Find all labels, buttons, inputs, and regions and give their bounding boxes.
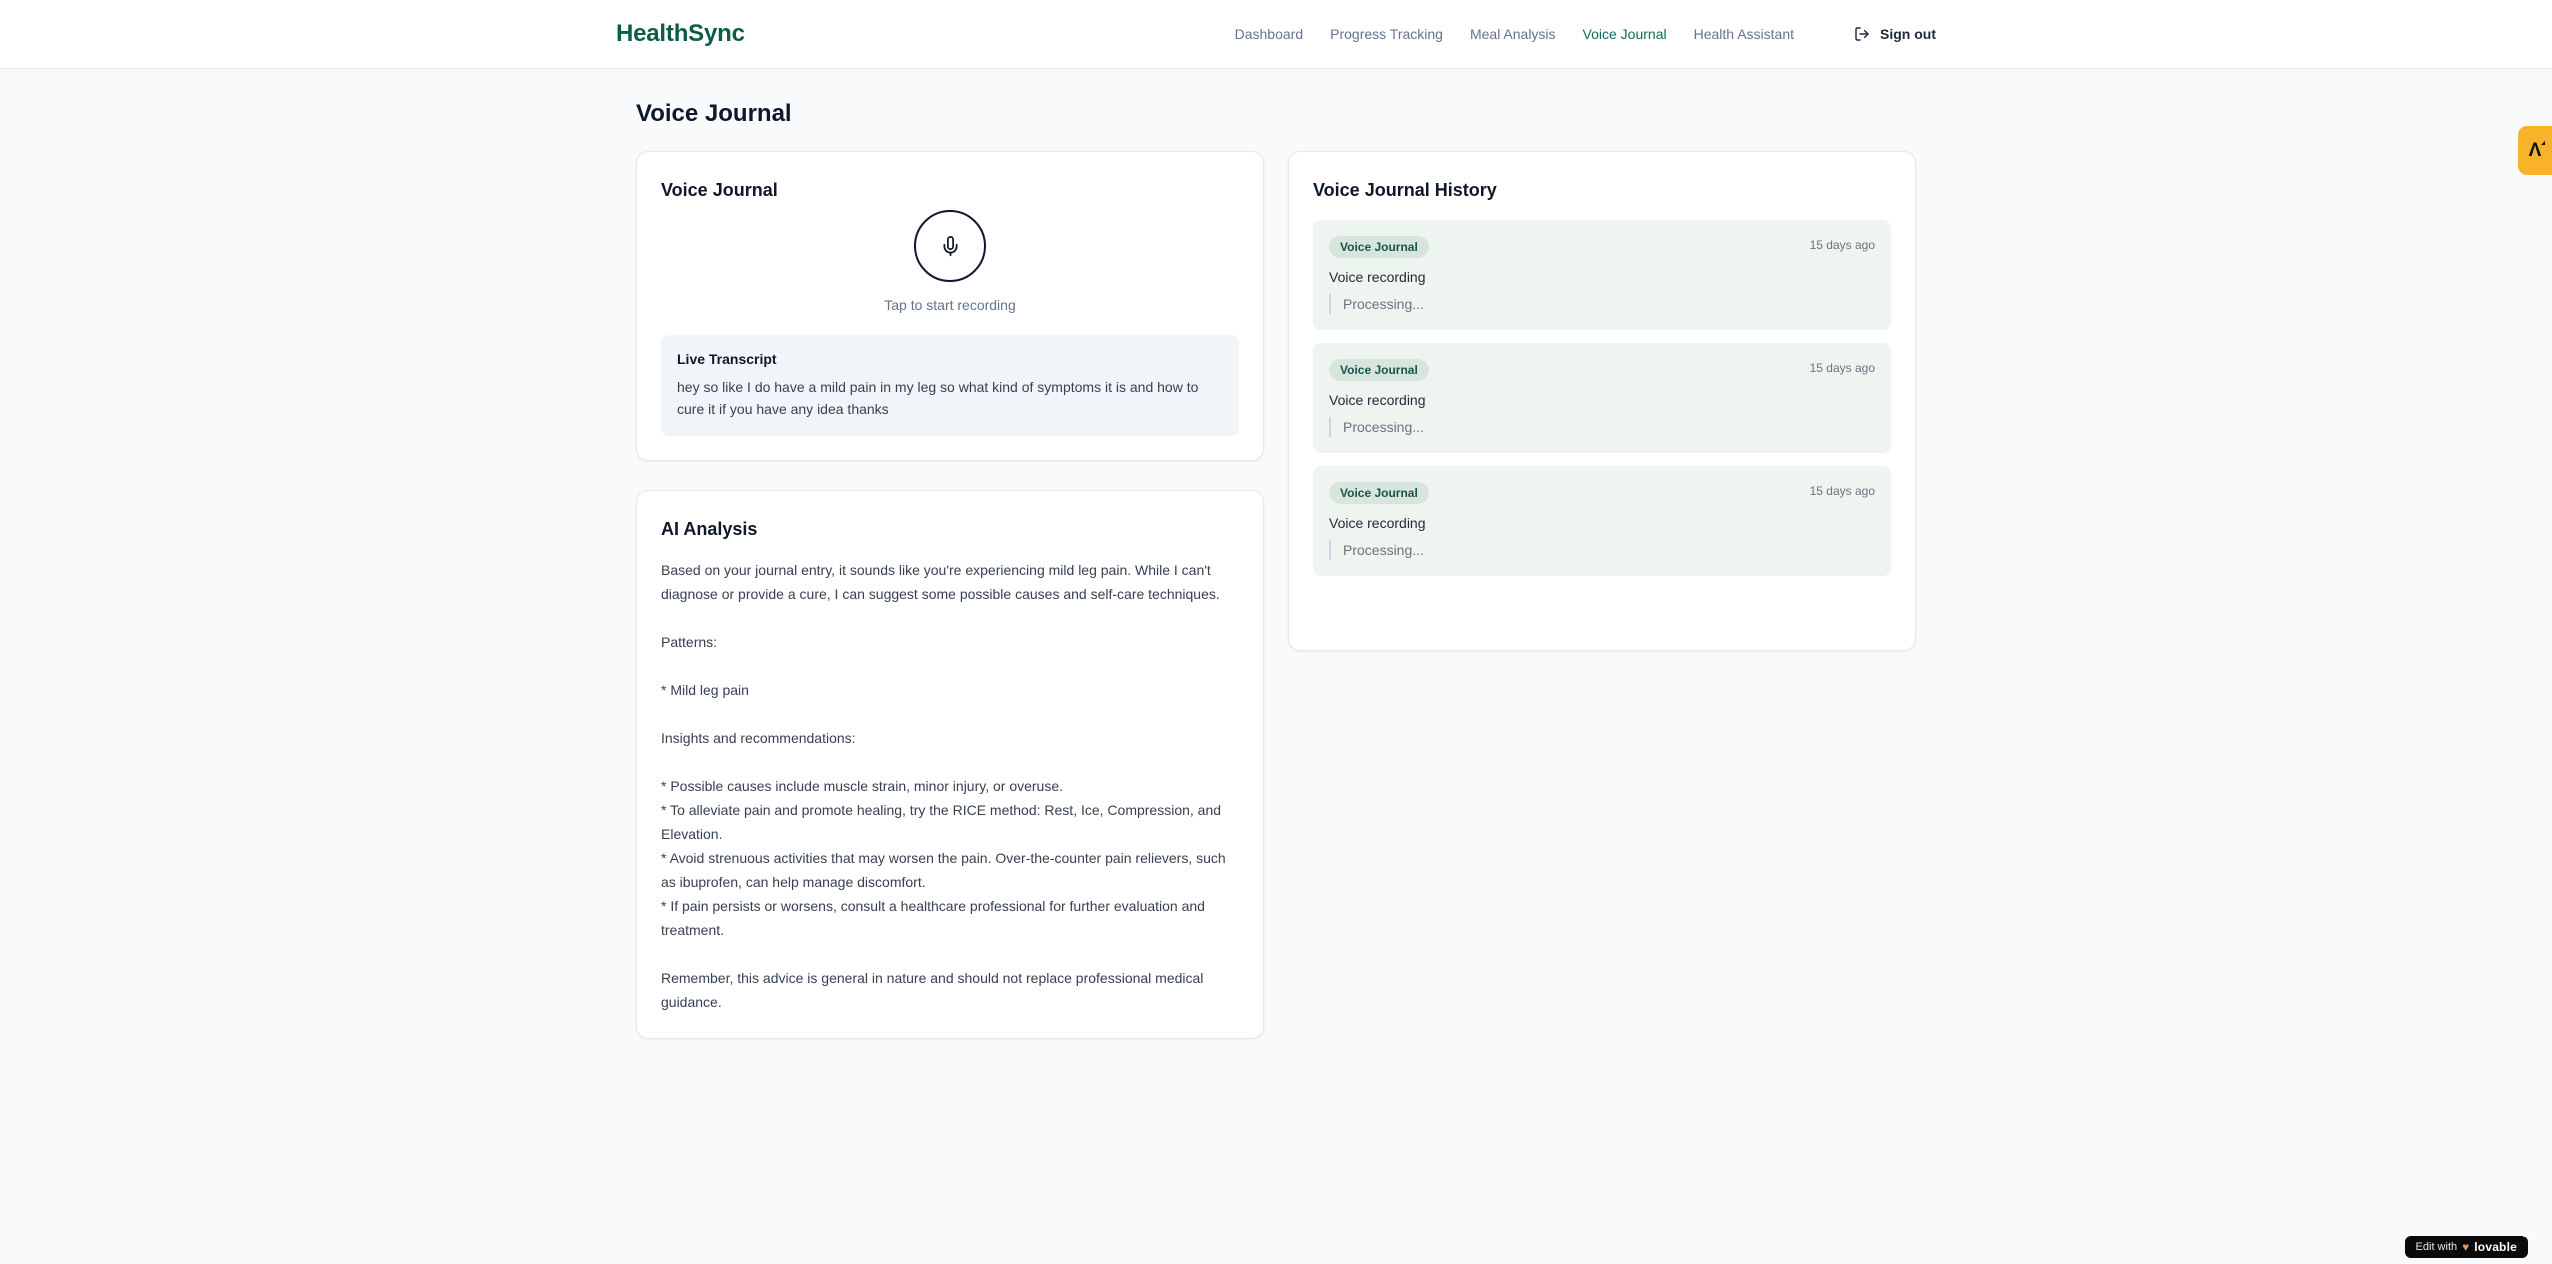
- entry-status: Processing...: [1329, 417, 1875, 437]
- side-widget-badge[interactable]: Λ: [2518, 126, 2552, 175]
- edit-with-lovable-badge[interactable]: Edit with ♥ lovable ✕: [2404, 1229, 2531, 1258]
- entry-type-badge: Voice Journal: [1329, 482, 1429, 504]
- entry-timestamp: 15 days ago: [1809, 484, 1875, 498]
- heart-icon: ♥: [2462, 1240, 2470, 1254]
- sign-out-button[interactable]: Sign out: [1854, 26, 1936, 42]
- live-transcript-text: hey so like I do have a mild pain in my …: [677, 379, 1199, 417]
- history-entry[interactable]: Voice Journal 15 days ago Voice recordin…: [1313, 220, 1891, 330]
- top-navbar: HealthSync Dashboard Progress Tracking M…: [0, 0, 2552, 69]
- history-entry[interactable]: Voice Journal 15 days ago Voice recordin…: [1313, 466, 1891, 576]
- recorder-card-title: Voice Journal: [661, 180, 778, 200]
- close-icon[interactable]: ✕: [2522, 1228, 2531, 1241]
- entry-timestamp: 15 days ago: [1809, 238, 1875, 252]
- entry-label: Voice recording: [1329, 515, 1426, 531]
- main-content: Voice Journal Voice Journal Tap to start…: [636, 69, 1916, 1039]
- voice-recorder-card: Voice Journal Tap to start recording Liv…: [636, 151, 1264, 461]
- live-transcript-title: Live Transcript: [677, 351, 777, 367]
- history-card-title: Voice Journal History: [1313, 180, 1497, 200]
- nav-health-assistant[interactable]: Health Assistant: [1694, 26, 1794, 42]
- record-hint: Tap to start recording: [884, 297, 1016, 313]
- primary-nav: Dashboard Progress Tracking Meal Analysi…: [1235, 26, 1936, 42]
- microphone-icon: [940, 235, 961, 257]
- nav-progress-tracking[interactable]: Progress Tracking: [1330, 26, 1443, 42]
- page-title: Voice Journal: [636, 100, 792, 127]
- nav-voice-journal[interactable]: Voice Journal: [1583, 26, 1667, 42]
- entry-timestamp: 15 days ago: [1809, 361, 1875, 375]
- entry-label: Voice recording: [1329, 269, 1426, 285]
- entry-status: Processing...: [1329, 540, 1875, 560]
- nav-dashboard[interactable]: Dashboard: [1235, 26, 1304, 42]
- entry-type-badge: Voice Journal: [1329, 236, 1429, 258]
- record-button[interactable]: [914, 210, 986, 282]
- ai-analysis-body: Based on your journal entry, it sounds l…: [661, 562, 1226, 1010]
- sign-out-label: Sign out: [1880, 26, 1936, 42]
- ai-analysis-card: AI Analysis Based on your journal entry,…: [636, 490, 1264, 1039]
- entry-type-badge: Voice Journal: [1329, 359, 1429, 381]
- live-transcript-box: Live Transcript hey so like I do have a …: [661, 335, 1239, 436]
- side-widget-icon: Λ: [2528, 139, 2545, 161]
- entry-status: Processing...: [1329, 294, 1875, 314]
- history-entry-list: Voice Journal 15 days ago Voice recordin…: [1313, 220, 1891, 576]
- app-logo[interactable]: HealthSync: [616, 20, 745, 48]
- voice-journal-history-card: Voice Journal History Voice Journal 15 d…: [1288, 151, 1916, 651]
- lovable-prefix: Edit with: [2415, 1241, 2458, 1253]
- entry-label: Voice recording: [1329, 392, 1426, 408]
- nav-meal-analysis[interactable]: Meal Analysis: [1470, 26, 1556, 42]
- lovable-brand: lovable: [2474, 1240, 2517, 1254]
- log-out-icon: [1854, 26, 1870, 42]
- history-entry[interactable]: Voice Journal 15 days ago Voice recordin…: [1313, 343, 1891, 453]
- ai-analysis-title: AI Analysis: [661, 519, 758, 539]
